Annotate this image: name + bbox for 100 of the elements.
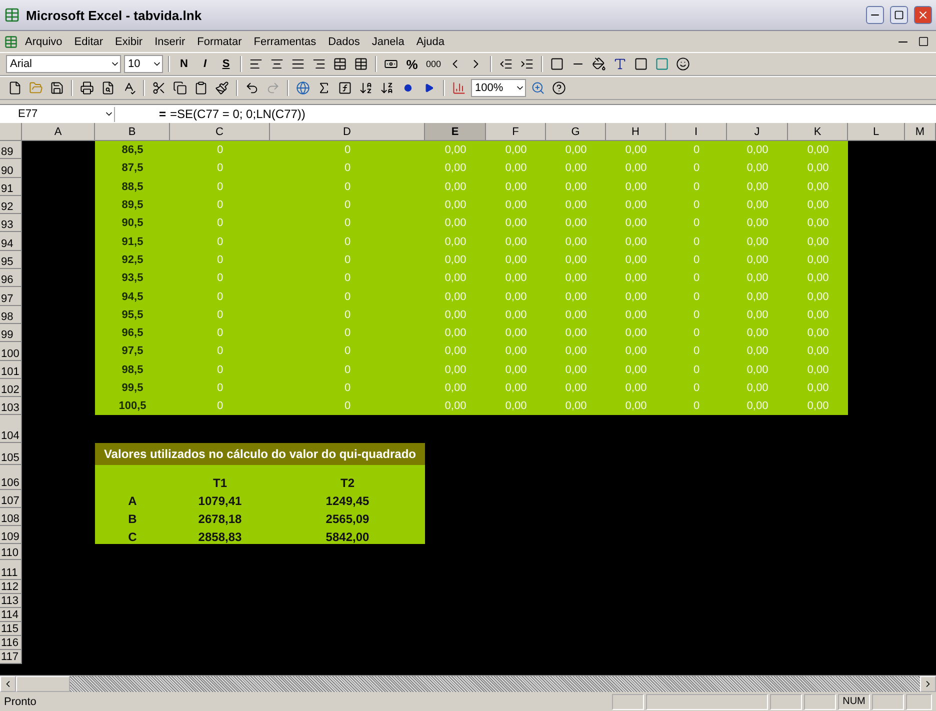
zoom-icon[interactable] <box>531 81 545 95</box>
restore-button[interactable] <box>890 6 908 24</box>
row-header[interactable]: 93 <box>0 214 22 232</box>
row-header[interactable]: 91 <box>0 178 22 196</box>
new-file-icon[interactable] <box>8 81 22 95</box>
spelling-icon[interactable] <box>122 81 136 95</box>
menu-item[interactable]: Janela <box>366 34 410 48</box>
row-header[interactable]: 113 <box>0 594 22 608</box>
menu-item[interactable]: Ajuda <box>411 34 450 48</box>
merge-cells-button[interactable] <box>333 57 347 71</box>
table-cell: 0,00 <box>606 269 666 288</box>
underline-button[interactable]: S <box>217 55 235 73</box>
column-header[interactable]: F <box>486 123 546 141</box>
record-icon[interactable] <box>404 84 412 92</box>
row-header[interactable]: 94 <box>0 232 22 251</box>
row-header[interactable]: 104 <box>0 415 22 444</box>
column-header[interactable]: I <box>666 123 727 141</box>
thousands-button[interactable]: 000 <box>424 55 444 73</box>
column-header[interactable]: A <box>22 123 95 141</box>
increase-indent-button[interactable] <box>520 57 534 71</box>
row-header[interactable]: 106 <box>0 465 22 490</box>
row-header[interactable]: 114 <box>0 608 22 622</box>
row-header[interactable]: 108 <box>0 508 22 526</box>
sort-descending-icon[interactable] <box>380 81 394 95</box>
bold-button[interactable]: N <box>175 55 193 73</box>
row-header[interactable]: 111 <box>0 560 22 580</box>
row-header[interactable]: 109 <box>0 526 22 544</box>
minimize-button[interactable] <box>866 6 884 24</box>
undo-icon[interactable] <box>245 81 259 95</box>
smiley-icon[interactable] <box>676 57 690 71</box>
row-header[interactable]: 100 <box>0 342 22 361</box>
paste-icon[interactable] <box>194 81 208 95</box>
font-size-select[interactable]: 10 <box>124 55 163 73</box>
function-icon[interactable] <box>338 81 352 95</box>
font-color-button[interactable] <box>613 57 628 71</box>
column-header[interactable]: H <box>606 123 666 141</box>
format-painter-icon[interactable] <box>215 81 229 95</box>
cut-icon[interactable] <box>152 81 166 95</box>
justify-button[interactable] <box>291 57 305 71</box>
align-right-button[interactable] <box>312 57 326 71</box>
sort-ascending-icon[interactable] <box>359 81 373 95</box>
restore-icon[interactable] <box>918 36 928 47</box>
column-header[interactable]: J <box>727 123 788 141</box>
scroll-right-button[interactable] <box>920 676 936 692</box>
borders-button[interactable] <box>550 57 564 71</box>
row-header[interactable]: 90 <box>0 159 22 178</box>
column-header[interactable]: K <box>788 123 848 141</box>
print-preview-icon[interactable] <box>101 81 115 95</box>
menu-item[interactable]: Dados <box>323 34 365 48</box>
decrease-indent-button[interactable] <box>499 57 514 71</box>
copy-icon[interactable] <box>173 81 187 95</box>
scroll-thumb[interactable] <box>16 676 70 692</box>
fill-color-button[interactable] <box>592 57 606 71</box>
play-icon[interactable] <box>424 83 434 93</box>
row-header[interactable]: 103 <box>0 397 22 416</box>
chart-icon[interactable] <box>452 81 466 95</box>
save-icon[interactable] <box>50 81 64 95</box>
column-header[interactable]: C <box>170 123 270 141</box>
menu-item[interactable]: Formatar <box>192 34 247 48</box>
row-header[interactable]: 101 <box>0 360 22 379</box>
row-header[interactable]: 92 <box>0 196 22 214</box>
row-header[interactable]: 107 <box>0 490 22 508</box>
row-header[interactable]: 98 <box>0 306 22 324</box>
row-header[interactable]: 117 <box>0 650 22 664</box>
align-center-button[interactable] <box>270 57 284 71</box>
row-header[interactable]: 105 <box>0 443 22 466</box>
scroll-left-button[interactable] <box>0 676 16 692</box>
percent-button[interactable]: % <box>403 55 421 73</box>
italic-button[interactable]: I <box>196 55 214 73</box>
row-header[interactable]: 102 <box>0 378 22 398</box>
menu-item[interactable]: Inserir <box>150 34 190 48</box>
row-header[interactable]: 110 <box>0 544 22 560</box>
column-header[interactable]: M <box>905 123 936 141</box>
row-header[interactable]: 96 <box>0 269 22 288</box>
row-header[interactable]: 89 <box>0 141 22 160</box>
row-header[interactable]: 95 <box>0 250 22 270</box>
globe-icon[interactable] <box>296 81 310 95</box>
font-select[interactable]: Arial <box>6 55 121 73</box>
row-header[interactable]: 116 <box>0 636 22 650</box>
zoom-select[interactable]: 100% <box>471 79 526 97</box>
column-header[interactable]: D <box>270 123 425 141</box>
help-icon[interactable] <box>552 81 566 95</box>
align-left-button[interactable] <box>249 57 263 71</box>
menu-item[interactable]: Arquivo <box>20 34 68 48</box>
sum-icon[interactable] <box>317 81 331 95</box>
close-button[interactable] <box>914 6 932 24</box>
column-header[interactable]: E <box>425 123 486 141</box>
row-header[interactable]: 97 <box>0 287 22 306</box>
menu-item[interactable]: Exibir <box>110 34 148 48</box>
column-header[interactable]: L <box>848 123 905 141</box>
column-header[interactable]: G <box>546 123 606 141</box>
formula-field[interactable]: =SE(C77 = 0; 0;LN(C77)) <box>170 107 932 121</box>
print-icon[interactable] <box>80 81 94 95</box>
menu-item[interactable]: Ferramentas <box>248 34 322 48</box>
row-header[interactable]: 99 <box>0 324 22 342</box>
column-header[interactable]: B <box>95 123 170 141</box>
row-header[interactable]: 112 <box>0 580 22 594</box>
currency-button[interactable] <box>384 57 398 71</box>
menu-item[interactable]: Editar <box>69 34 108 48</box>
row-header[interactable]: 115 <box>0 622 22 636</box>
